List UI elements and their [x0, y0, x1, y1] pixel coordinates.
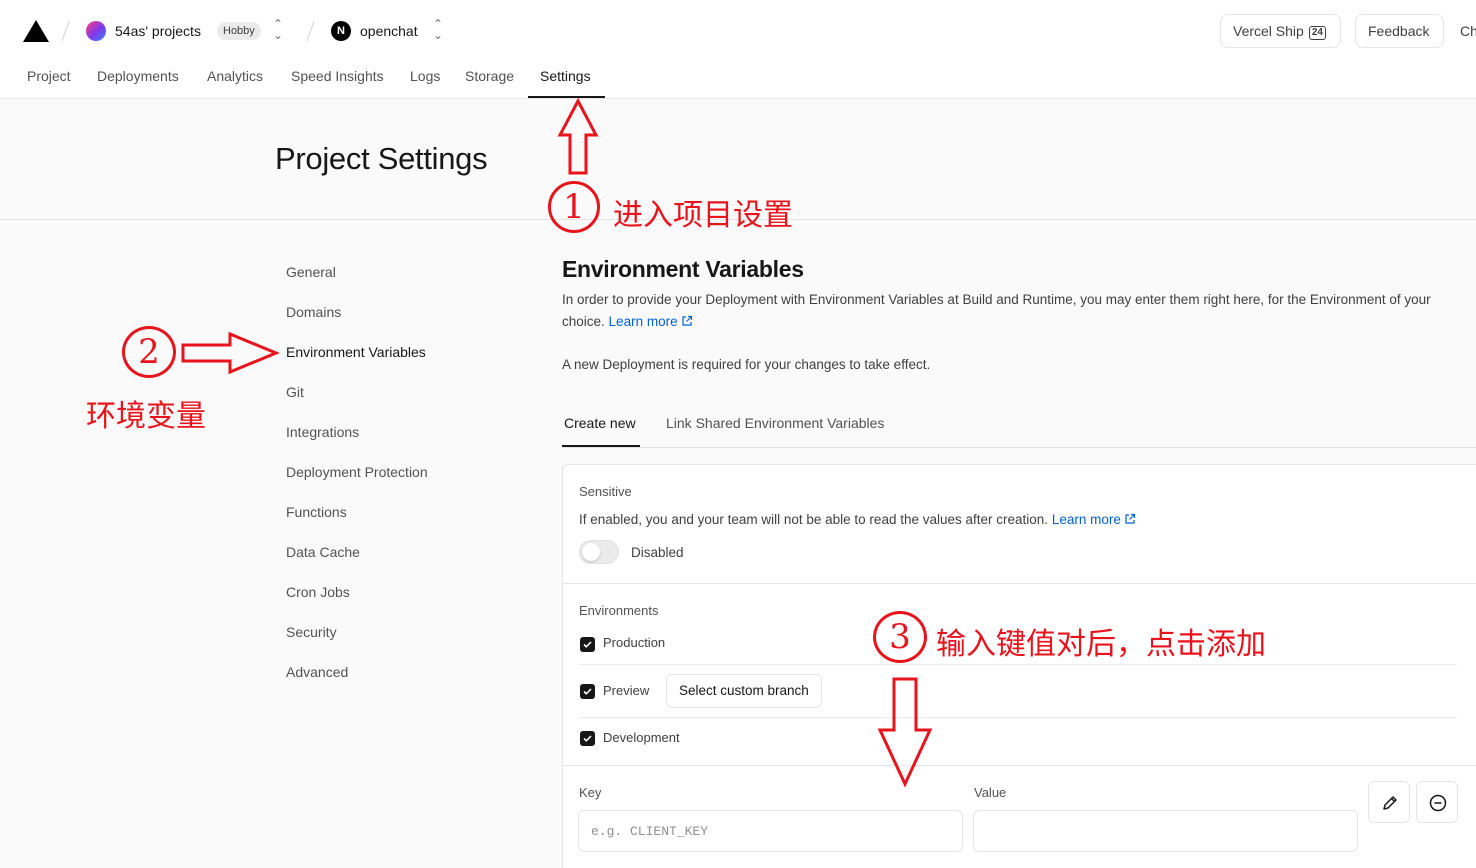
key-label: Key [579, 785, 602, 800]
section-divider [563, 583, 1476, 584]
remove-row-button[interactable] [1416, 781, 1458, 823]
environments-label: Environments [579, 603, 659, 618]
sensitive-description-text: If enabled, you and your team will not b… [579, 512, 1049, 527]
team-name[interactable]: 54as' projects [115, 23, 201, 39]
check-icon [583, 735, 592, 742]
vercel-logo-icon[interactable] [23, 20, 49, 42]
production-label: Production [603, 635, 666, 650]
env-divider [579, 664, 1457, 665]
sidebar-item-environment-variables[interactable]: Environment Variables [286, 344, 426, 360]
sidebar-item-security[interactable]: Security [286, 624, 337, 640]
learn-more-label: Learn more [1051, 512, 1121, 527]
tab-settings[interactable]: Settings [540, 68, 591, 84]
truncated-header-button[interactable]: Ch [1460, 23, 1476, 39]
tab-project[interactable]: Project [27, 68, 71, 84]
vercel-ship-button[interactable]: Vercel Ship 24 [1220, 14, 1341, 48]
redeploy-note: A new Deployment is required for your ch… [562, 357, 931, 372]
sensitive-label: Sensitive [579, 484, 632, 499]
check-icon [583, 641, 592, 648]
step-1-caption: 进入项目设置 [613, 198, 793, 233]
tab-deployments[interactable]: Deployments [97, 68, 179, 84]
sidebar-item-functions[interactable]: Functions [286, 504, 347, 520]
feedback-button[interactable]: Feedback [1355, 14, 1444, 48]
vercel-ship-label: Vercel Ship [1233, 23, 1304, 39]
sidebar-item-advanced[interactable]: Advanced [286, 664, 348, 680]
env-tabs: Create new Link Shared Environment Varia… [562, 405, 1476, 448]
check-icon [583, 688, 592, 695]
tab-analytics[interactable]: Analytics [207, 68, 263, 84]
sensitive-learn-more-link[interactable]: Learn more [1052, 512, 1136, 527]
step-3-caption: 输入键值对后，点击添加 [936, 627, 1266, 662]
tab-speed-insights[interactable]: Speed Insights [291, 68, 384, 84]
create-env-form: Sensitive If enabled, you and your team … [562, 464, 1476, 868]
step-1-marker: 1 [548, 181, 600, 233]
toggle-knob [582, 543, 600, 561]
toggle-state-label: Disabled [631, 545, 684, 560]
section-heading: Environment Variables [562, 256, 804, 282]
project-avatar[interactable]: N [331, 21, 351, 41]
tab-logs[interactable]: Logs [410, 68, 440, 84]
section-divider [563, 765, 1476, 766]
project-switcher-chevron-icon[interactable]: ⌃ ⌄ [432, 18, 444, 41]
sidebar-item-cron-jobs[interactable]: Cron Jobs [286, 584, 350, 600]
preview-label: Preview [603, 683, 650, 698]
tab-create-new[interactable]: Create new [564, 415, 636, 431]
team-avatar[interactable] [86, 21, 106, 41]
arrow-right-annotation-icon [181, 331, 280, 375]
sidebar-item-integrations[interactable]: Integrations [286, 424, 359, 440]
sidebar-item-deployment-protection[interactable]: Deployment Protection [286, 464, 428, 480]
sensitive-description: If enabled, you and your team will not b… [579, 512, 1136, 527]
plan-badge: Hobby [217, 22, 261, 40]
sidebar-item-general[interactable]: General [286, 264, 336, 280]
key-input[interactable] [578, 810, 963, 852]
tab-link-shared[interactable]: Link Shared Environment Variables [666, 415, 884, 431]
team-switcher-chevron-icon[interactable]: ⌃ ⌄ [272, 18, 284, 41]
minus-circle-icon [1429, 794, 1447, 812]
tab-storage[interactable]: Storage [465, 68, 514, 84]
step-3-marker: 3 [873, 611, 927, 663]
edit-value-button[interactable] [1368, 781, 1410, 823]
active-tab-indicator [528, 96, 605, 98]
pencil-icon [1383, 796, 1397, 810]
value-label: Value [974, 785, 1007, 800]
step-2-marker: 2 [122, 326, 176, 378]
development-label: Development [603, 730, 680, 745]
development-checkbox[interactable] [580, 731, 595, 746]
sensitive-toggle[interactable] [579, 540, 619, 564]
top-header: 54as' projects Hobby ⌃ ⌄ N openchat ⌃ ⌄ Ve… [0, 0, 1476, 99]
preview-checkbox[interactable] [580, 684, 595, 699]
learn-more-link[interactable]: Learn more [609, 314, 693, 329]
project-name[interactable]: openchat [360, 23, 418, 39]
breadcrumb-separator [306, 20, 315, 42]
external-link-icon [1125, 513, 1135, 524]
select-custom-branch-button[interactable]: Select custom branch [666, 674, 822, 708]
sidebar-item-domains[interactable]: Domains [286, 304, 341, 320]
sidebar-item-git[interactable]: Git [286, 384, 304, 400]
breadcrumb-separator [61, 20, 70, 42]
production-checkbox[interactable] [580, 637, 595, 652]
env-divider [579, 717, 1457, 718]
page-title: Project Settings [275, 141, 488, 176]
learn-more-label: Learn more [608, 314, 678, 329]
sidebar-item-data-cache[interactable]: Data Cache [286, 544, 360, 560]
active-tab-indicator [562, 445, 640, 447]
external-link-icon [681, 315, 692, 326]
step-2-caption: 环境变量 [86, 399, 206, 434]
section-description: In order to provide your Deployment with… [562, 289, 1472, 333]
ship-badge: 24 [1308, 26, 1326, 40]
value-input[interactable] [973, 810, 1358, 852]
